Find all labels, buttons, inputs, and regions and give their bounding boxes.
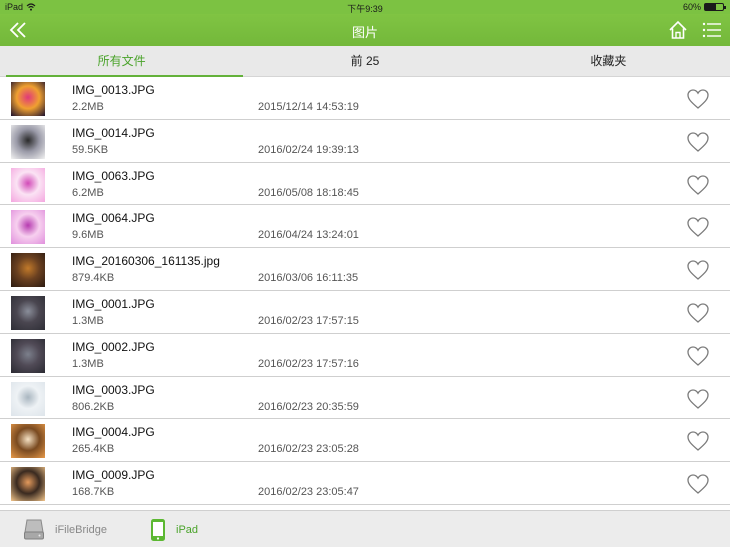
file-name: IMG_0013.JPG bbox=[72, 83, 155, 97]
bottom-bar: iFileBridge iPad bbox=[0, 510, 730, 547]
file-date: 2016/05/08 18:18:45 bbox=[258, 186, 359, 199]
file-row[interactable]: IMG_0002.JPG 1.3MB 2016/02/23 17:57:16 bbox=[0, 334, 730, 377]
ipad-button[interactable]: iPad bbox=[150, 511, 198, 547]
file-list: IMG_0013.JPG 2.2MB 2015/12/14 14:53:19 IMG_… bbox=[0, 77, 730, 510]
heart-outline-icon[interactable] bbox=[686, 473, 710, 495]
drive-icon bbox=[24, 519, 44, 539]
file-name: IMG_0009.JPG bbox=[72, 468, 155, 483]
ifilebridge-button[interactable]: iFileBridge bbox=[23, 511, 107, 547]
file-date: 2016/04/24 13:24:01 bbox=[258, 229, 359, 242]
battery-icon bbox=[704, 3, 726, 11]
file-row[interactable]: IMG_0064.JPG 9.6MB 2016/04/24 13:24:01 bbox=[0, 205, 730, 249]
heart-outline-icon[interactable] bbox=[686, 88, 710, 110]
file-thumbnail bbox=[11, 124, 45, 159]
tab-bar: 所有文件 前 25 收藏夹 bbox=[0, 46, 730, 77]
page-title: 图片 bbox=[351, 25, 378, 40]
file-row[interactable]: IMG_0013.JPG 2.2MB 2015/12/14 14:53:19 bbox=[0, 77, 730, 120]
file-name: IMG_0001.JPG bbox=[72, 296, 155, 311]
ipad-label: iPad bbox=[176, 523, 199, 536]
file-row[interactable]: IMG_0004.JPG 265.4KB 2016/02/23 23:05:28 bbox=[0, 419, 730, 463]
file-name: IMG_0004.JPG bbox=[72, 425, 155, 440]
file-size: 879.4KB bbox=[72, 272, 115, 285]
file-row[interactable]: IMG_0003.JPG 806.2KB 2016/02/23 20:35:59 bbox=[0, 377, 730, 420]
file-thumbnail bbox=[11, 253, 45, 288]
file-size: 9.6MB bbox=[72, 229, 104, 242]
file-row[interactable]: IMG_0063.JPG 6.2MB 2016/05/08 18:18:45 bbox=[0, 163, 730, 206]
heart-outline-icon[interactable] bbox=[686, 174, 710, 196]
file-row[interactable]: IMG_20160306_161135.jpg 879.4KB 2016/03/06… bbox=[0, 248, 730, 291]
file-thumbnail bbox=[11, 295, 45, 330]
file-date: 2016/03/06 16:11:35 bbox=[258, 272, 359, 285]
file-size: 168.7KB bbox=[72, 486, 115, 499]
nav-bar: 图片 bbox=[0, 14, 730, 46]
tab-favorites[interactable]: 收藏夹 bbox=[487, 46, 730, 76]
tab-all-files[interactable]: 所有文件 bbox=[0, 46, 244, 77]
file-size: 265.4KB bbox=[72, 443, 115, 456]
file-thumbnail bbox=[11, 82, 45, 116]
heart-outline-icon[interactable] bbox=[686, 131, 710, 153]
file-name: IMG_0063.JPG bbox=[72, 168, 155, 183]
file-row[interactable]: IMG_0009.JPG 168.7KB 2016/02/23 23:05:47 bbox=[0, 462, 730, 505]
file-name: IMG_0002.JPG bbox=[72, 339, 155, 354]
file-name: IMG_0064.JPG bbox=[72, 211, 155, 226]
file-name: IMG_0014.JPG bbox=[72, 125, 155, 140]
phone-icon bbox=[151, 518, 165, 541]
heart-outline-icon[interactable] bbox=[686, 216, 710, 238]
file-size: 1.3MB bbox=[72, 357, 104, 370]
file-name: IMG_0003.JPG bbox=[72, 382, 155, 397]
file-size: 1.3MB bbox=[72, 314, 104, 327]
file-name: IMG_20160306_161135.jpg bbox=[72, 254, 220, 269]
heart-outline-icon[interactable] bbox=[686, 430, 710, 452]
file-date: 2015/12/14 14:53:19 bbox=[258, 101, 359, 113]
file-thumbnail bbox=[11, 424, 45, 459]
heart-outline-icon[interactable] bbox=[686, 259, 710, 281]
home-icon[interactable] bbox=[667, 19, 689, 41]
battery-percent: 60% bbox=[682, 2, 701, 12]
file-thumbnail bbox=[11, 167, 45, 202]
file-row[interactable]: IMG_0001.JPG 1.3MB 2016/02/23 17:57:15 bbox=[0, 291, 730, 334]
heart-outline-icon[interactable] bbox=[686, 302, 710, 324]
file-size: 2.2MB bbox=[72, 101, 104, 113]
tab-top-25[interactable]: 前 25 bbox=[243, 46, 486, 76]
ifilebridge-label: iFileBridge bbox=[55, 523, 107, 536]
file-thumbnail bbox=[11, 338, 45, 373]
status-bar: iPad 下午9:39 60% bbox=[0, 0, 730, 14]
file-date: 2016/02/24 19:39:13 bbox=[258, 143, 359, 156]
file-size: 59.5KB bbox=[72, 143, 109, 156]
menu-icon[interactable] bbox=[702, 21, 722, 39]
file-date: 2016/02/23 23:05:28 bbox=[258, 443, 359, 456]
file-size: 6.2MB bbox=[72, 186, 104, 199]
status-right: 60% bbox=[682, 2, 726, 12]
file-thumbnail bbox=[11, 210, 45, 245]
file-row[interactable]: IMG_0014.JPG 59.5KB 2016/02/24 19:39:13 bbox=[0, 120, 730, 163]
file-size: 806.2KB bbox=[72, 400, 115, 413]
file-thumbnail bbox=[11, 381, 45, 416]
file-date: 2016/02/23 17:57:16 bbox=[258, 357, 359, 370]
heart-outline-icon[interactable] bbox=[686, 345, 710, 367]
file-thumbnail bbox=[11, 467, 45, 502]
battery-fill bbox=[705, 4, 716, 10]
file-date: 2016/02/23 20:35:59 bbox=[258, 400, 359, 413]
file-date: 2016/02/23 23:05:47 bbox=[258, 486, 359, 499]
heart-outline-icon[interactable] bbox=[686, 388, 710, 410]
file-date: 2016/02/23 17:57:15 bbox=[258, 314, 359, 327]
